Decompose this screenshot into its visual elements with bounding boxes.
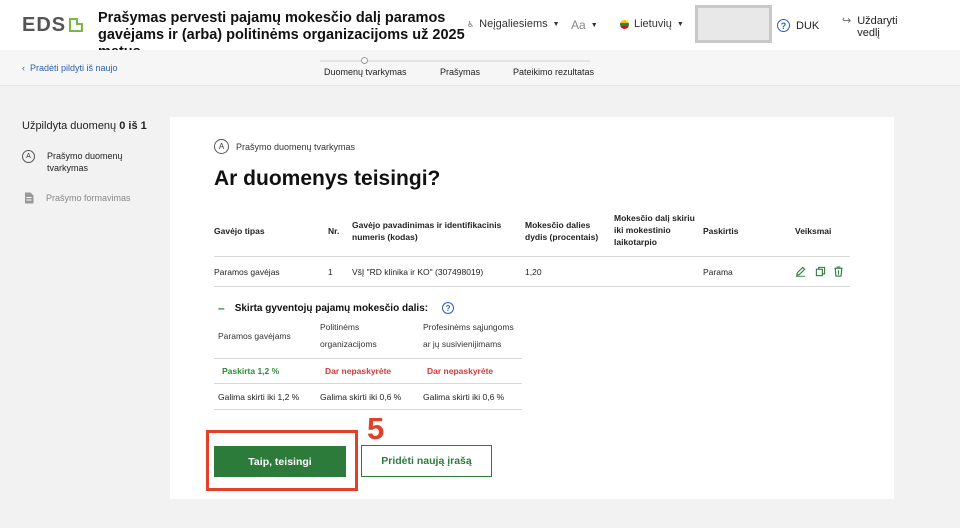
top-header: EDS Prašymas pervesti pajamų mokesčio da… xyxy=(0,0,960,60)
close-guide-button[interactable]: ↪ Uždaryti vedlį xyxy=(842,15,907,39)
restart-label: Pradėti pildyti iš naujo xyxy=(30,63,118,73)
sub-header-unions: Profesinėms sąjungoms ar jų susivienijim… xyxy=(423,322,514,349)
card-step-indicator: A Prašymo duomenų tvarkymas xyxy=(214,139,355,154)
question-icon[interactable]: ? xyxy=(442,302,455,314)
faq-label: DUK xyxy=(796,19,820,32)
status-divider xyxy=(214,383,522,384)
th-share: Mokesčio dalies dydis (procentais) xyxy=(525,220,599,242)
th-purpose: Paskirtis xyxy=(703,226,739,236)
filled-prefix: Užpildyta duomenų xyxy=(22,120,117,132)
sidebar-item-label: Prašymo duomenų tvarkymas xyxy=(47,151,123,173)
limit-political: Galima skirti iki 0,6 % xyxy=(320,392,402,402)
accessibility-icon: ♿ xyxy=(467,19,475,29)
card-title: Ar duomenys teisingi? xyxy=(214,167,441,190)
limits-divider xyxy=(214,409,522,410)
logo-document-icon xyxy=(69,18,84,32)
th-recipient-name: Gavėjo pavadinimas ir identifikacinis nu… xyxy=(352,220,502,242)
step-data-management: Duomenų tvarkymas xyxy=(324,67,407,77)
cell-recipient-name: VšĮ "RD klinika ir KO" (307498019) xyxy=(352,267,484,277)
question-icon: ? xyxy=(777,19,790,32)
sub-header-divider xyxy=(214,358,522,359)
sub-header-political: Politinėms organizacijoms xyxy=(320,322,377,349)
language-label: Lietuvių xyxy=(634,18,672,30)
sidebar-item-label: Prašymo formavimas xyxy=(46,193,131,203)
exit-icon: ↪ xyxy=(842,15,852,27)
close-guide-label: Uždaryti vedlį xyxy=(857,15,898,39)
font-size-menu[interactable]: Aa ▼ xyxy=(571,18,598,32)
chevron-down-icon: ▼ xyxy=(552,20,560,28)
cell-number: 1 xyxy=(328,267,333,277)
highlight-box xyxy=(206,430,358,491)
current-step-marker xyxy=(361,57,368,64)
add-record-button[interactable]: Pridėti naują įrašą xyxy=(361,445,492,477)
table-row-divider xyxy=(214,286,850,287)
accessibility-label: Neįgaliesiems xyxy=(479,18,548,30)
collapse-minus-icon[interactable]: – xyxy=(218,301,225,315)
annotation-number: 5 xyxy=(367,411,385,446)
sidebar-item-request-formation: Prašymo formavimas xyxy=(22,192,131,204)
cell-recipient-type: Paramos gavėjas xyxy=(214,267,280,277)
status-unions: Dar nepaskyrėte xyxy=(427,366,494,376)
accessibility-menu[interactable]: ♿ Neįgaliesiems ▼ xyxy=(467,18,560,30)
logo-text: EDS xyxy=(22,13,67,36)
status-charity: Paskirta 1,2 % xyxy=(222,366,280,376)
th-actions: Veiksmai xyxy=(795,226,832,236)
table-header-divider xyxy=(214,256,850,257)
faq-link[interactable]: ? DUK xyxy=(777,19,819,32)
th-period: Mokesčio dalį skiriu iki mokestinio laik… xyxy=(614,213,695,247)
card-step-label: Prašymo duomenų tvarkymas xyxy=(236,141,356,152)
step-letter-icon: A xyxy=(22,150,35,163)
sub-header-charity: Paramos gavėjams xyxy=(218,331,291,341)
document-icon xyxy=(25,192,34,204)
chevron-left-icon: ‹ xyxy=(22,63,25,73)
user-placeholder-box xyxy=(695,5,772,43)
progress-steps-bar: ‹ Pradėti pildyti iš naujo Duomenų tvark… xyxy=(0,50,960,86)
copy-icon[interactable] xyxy=(815,266,826,277)
lithuania-flag-icon xyxy=(620,19,629,29)
eds-logo[interactable]: EDS xyxy=(22,13,84,36)
th-recipient-type: Gavėjo tipas xyxy=(214,226,265,236)
th-number: Nr. xyxy=(328,226,340,236)
limit-charity: Galima skirti iki 1,2 % xyxy=(218,392,300,402)
sidebar-item-data-management[interactable]: A Prašymo duomenų tvarkymas xyxy=(22,150,137,174)
allocation-section-title: Skirta gyventojų pajamų mokesčio dalis: xyxy=(234,302,429,314)
chevron-down-icon: ▼ xyxy=(590,21,598,29)
limit-unions: Galima skirti iki 0,6 % xyxy=(423,392,505,402)
restart-link[interactable]: ‹ Pradėti pildyti iš naujo xyxy=(22,63,118,73)
chevron-down-icon: ▼ xyxy=(676,20,684,28)
step-letter-icon: A xyxy=(214,139,229,154)
filled-count: 0 iš 1 xyxy=(119,120,147,132)
font-size-label: Aa xyxy=(571,18,586,32)
cell-share: 1,20 xyxy=(525,267,542,277)
step-result: Pateikimo rezultatas xyxy=(513,67,595,77)
language-menu[interactable]: Lietuvių ▼ xyxy=(620,18,684,30)
delete-icon[interactable] xyxy=(833,266,844,277)
edit-icon[interactable] xyxy=(795,266,806,277)
cell-purpose: Parama xyxy=(703,267,733,277)
allocation-section-header[interactable]: – Skirta gyventojų pajamų mokesčio dalis… xyxy=(218,301,455,315)
step-request: Prašymas xyxy=(440,67,481,77)
filled-counter: Užpildyta duomenų 0 iš 1 xyxy=(22,120,147,132)
status-political: Dar nepaskyrėte xyxy=(325,366,392,376)
